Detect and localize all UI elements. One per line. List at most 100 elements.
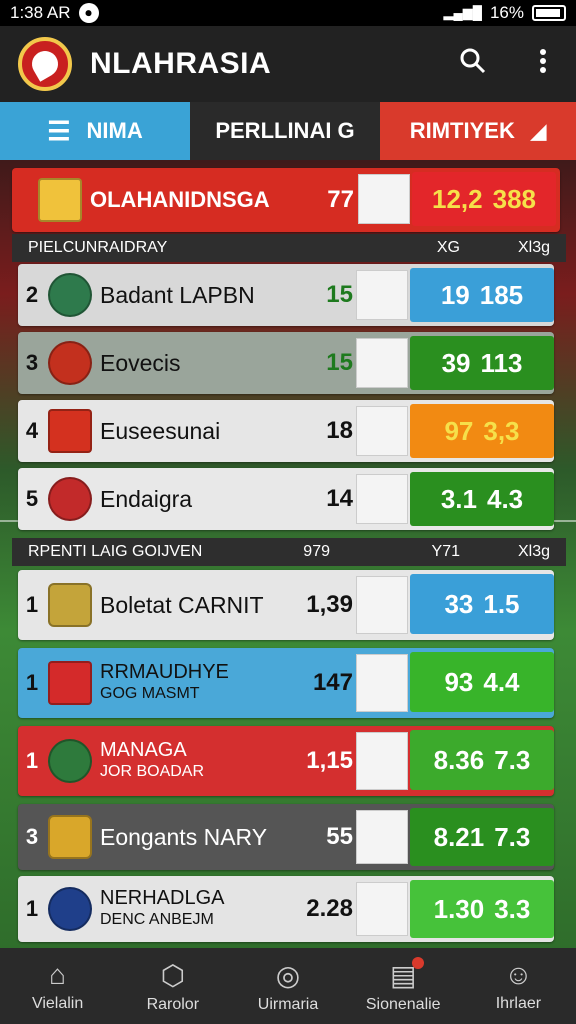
menu-icon: ☰ [47, 115, 71, 146]
nav-label: Rarolor [146, 995, 200, 1013]
team-points: 2.28 [306, 895, 353, 922]
inbox-icon: ▤ [390, 956, 425, 992]
nav-item-ihrlaer[interactable]: ☺ Ihrlaer [461, 948, 576, 1024]
stat-box [356, 732, 408, 790]
team-rank: 1 [25, 670, 39, 695]
team-name: Eovecis [100, 349, 181, 376]
team-crest-icon [48, 887, 92, 931]
team-name: Boletat CARNIT [100, 591, 264, 618]
table-row[interactable]: 3 Eovecis 15 39 113 [18, 332, 554, 394]
table-row[interactable]: 4 Euseesunai 18 97 3,3 [18, 400, 554, 462]
team-points: 15 [326, 281, 353, 308]
score-cell: 12,2 388 [412, 172, 556, 226]
stat-box [356, 406, 408, 456]
tab-bar: ☰ NIMA PERLLINAI G RIMTIYEK ◢ [0, 102, 576, 160]
team-crest-icon [48, 739, 92, 783]
trend-icon: ◢ [530, 120, 547, 143]
score-cell: 33 1.5 [410, 574, 554, 634]
section-header: RPENTI LAIG GOIJVEN 979 Y71 Xl3g [12, 538, 566, 566]
nav-label: Uirmaria [257, 995, 319, 1013]
bottom-navigation: ⌂ Vielalin ⬡ Rarolor ◎ Uirmaria ▤ Sionen… [0, 948, 576, 1024]
app-bar: NLAHRASIA [0, 26, 576, 102]
signal-icon: ▂▄▆█ [443, 5, 482, 20]
team-name: NERHADLGA DENC ANBEJM [100, 887, 225, 928]
team-crest-icon [48, 477, 92, 521]
table-row[interactable]: 1 RRMAUDHYE GOG MASMT 147 93 4.4 [18, 648, 554, 718]
team-rank: 1 [25, 896, 39, 921]
table-row[interactable]: 2 Badant LAPBN 15 19 185 [18, 264, 554, 326]
score-cell: 93 4.4 [410, 652, 554, 712]
nav-label: Ihrlaer [495, 995, 542, 1012]
notification-icon: ⏺ [78, 3, 99, 23]
stat-box [356, 882, 408, 936]
stat-box [356, 338, 408, 388]
featured-team-row[interactable]: OLAHANIDNSGA 77 12,2 388 [12, 168, 560, 232]
team-rank: 1 [25, 592, 39, 617]
table-row[interactable]: 1 Boletat CARNIT 1,39 33 1.5 [18, 570, 554, 640]
tab-perllinai[interactable]: PERLLINAI G [190, 102, 380, 160]
table-row[interactable]: 3 Eongants NARY 55 8.21 7.3 [18, 804, 554, 870]
stat-box [356, 654, 408, 712]
team-crest-icon [48, 341, 92, 385]
team-crest-icon [48, 409, 92, 453]
team-name: MANAGA JOR BOADAR [100, 739, 205, 780]
table-row[interactable]: 5 Endaigra 14 3.1 4.3 [18, 468, 554, 530]
battery-icon [532, 5, 566, 21]
tab-label: RIMTIYEK [409, 118, 515, 143]
team-name: OLAHANIDNSGA [90, 187, 270, 212]
team-points: 1,39 [306, 591, 353, 618]
score-cell: 19 185 [410, 268, 554, 322]
score-cell: 1.30 3.3 [410, 880, 554, 938]
nav-item-rarolor[interactable]: ⬡ Rarolor [115, 948, 230, 1024]
score-cell: 39 113 [410, 336, 554, 390]
notification-badge [412, 956, 425, 969]
nav-item-vielalin[interactable]: ⌂ Vielalin [0, 948, 115, 1024]
tab-label: NIMA [86, 118, 143, 143]
tab-rimtiyek[interactable]: RIMTIYEK ◢ [380, 102, 576, 160]
app-logo [18, 37, 72, 91]
team-rank: 5 [25, 486, 39, 511]
tab-label: PERLLINAI G [215, 118, 355, 143]
app-title: NLAHRASIA [90, 47, 272, 80]
team-name: Endaigra [100, 485, 193, 512]
score-cell: 8.21 7.3 [410, 808, 554, 866]
team-name: Badant LAPBN [100, 281, 255, 308]
team-name: Eongants NARY [100, 823, 268, 850]
team-points: 18 [326, 417, 353, 444]
team-rank: 3 [25, 350, 39, 375]
team-name: RRMAUDHYE GOG MASMT [100, 661, 229, 702]
team-points: 147 [312, 669, 353, 696]
team-crest-icon [38, 178, 82, 222]
trophy-icon [48, 815, 92, 859]
team-crest-icon [48, 273, 92, 317]
nav-item-sionenalie[interactable]: ▤ Sionenalie [346, 948, 461, 1024]
tab-nima[interactable]: ☰ NIMA [0, 102, 190, 160]
stat-box [356, 474, 408, 524]
status-time: 1:38 AR [10, 3, 71, 22]
team-points: 15 [326, 349, 353, 376]
stat-box [356, 576, 408, 634]
team-name: Euseesunai [100, 417, 221, 444]
section-header: PIELCUNRAIDRAY XG Xl3g [12, 234, 566, 262]
search-icon[interactable] [458, 47, 488, 82]
more-options-icon[interactable] [528, 47, 558, 82]
stat-box [356, 270, 408, 320]
nav-item-uirmaria[interactable]: ◎ Uirmaria [230, 948, 345, 1024]
score-cell: 3.1 4.3 [410, 472, 554, 526]
stat-box [358, 174, 410, 224]
table-row[interactable]: 1 NERHADLGA DENC ANBEJM 2.28 1.30 3.3 [18, 876, 554, 942]
home-icon: ⌂ [49, 959, 67, 990]
team-points: 1,15 [306, 747, 353, 774]
shield-icon: ⬡ [160, 959, 186, 991]
table-row[interactable]: 1 MANAGA JOR BOADAR 1,15 8.36 7.3 [18, 726, 554, 796]
score-cell: 97 3,3 [410, 404, 554, 458]
team-points: 14 [326, 485, 353, 512]
battery-label: 16% [489, 3, 524, 22]
team-rank: 4 [25, 418, 39, 443]
trophy-icon [48, 583, 92, 627]
score-cell: 8.36 7.3 [410, 730, 554, 790]
user-icon: ☺ [504, 959, 533, 990]
team-rank: 1 [25, 748, 39, 773]
team-rank: 2 [25, 282, 39, 307]
nav-label: Vielalin [31, 995, 84, 1012]
